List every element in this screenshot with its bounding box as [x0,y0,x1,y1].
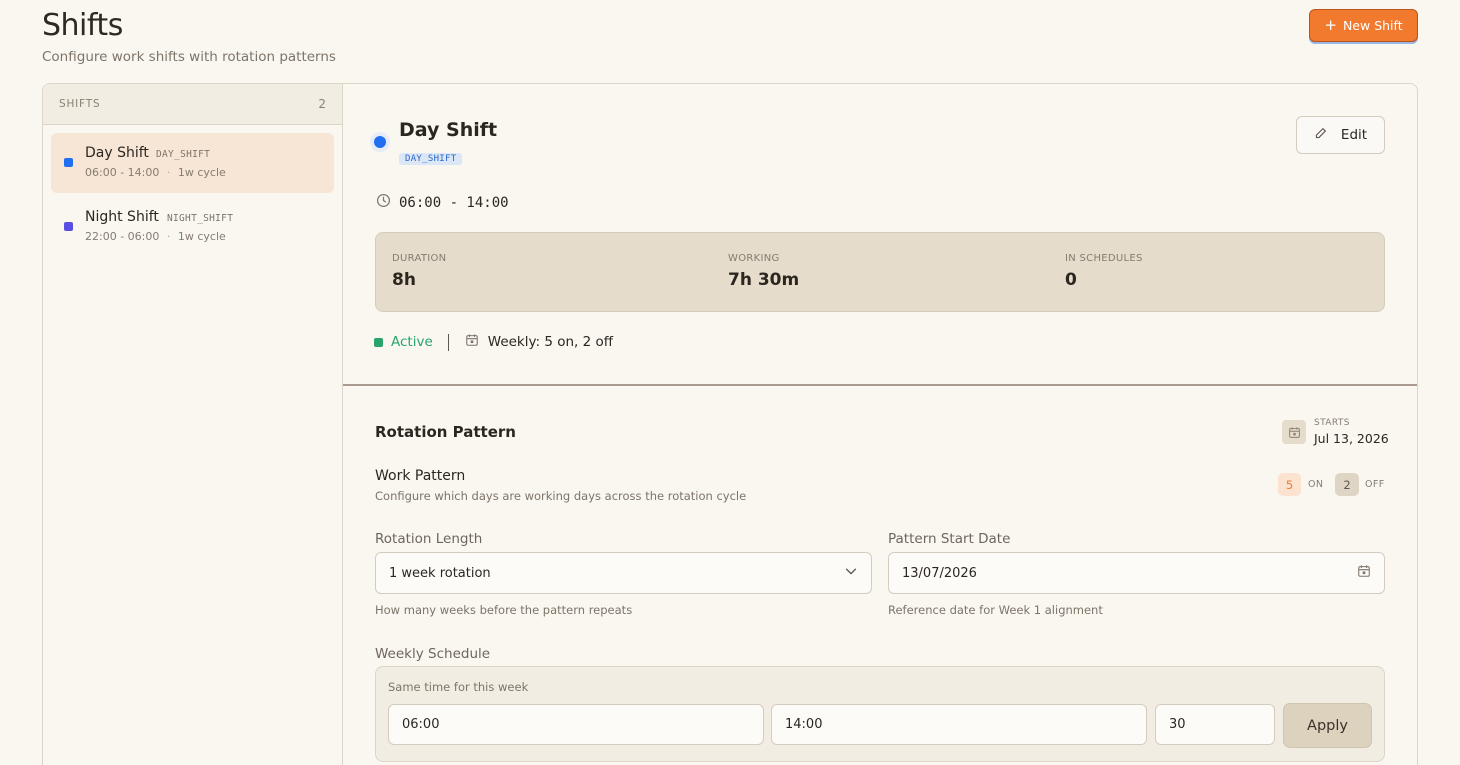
start-date-label: Pattern Start Date [888,531,1011,547]
rotation-length-label: Rotation Length [375,531,483,547]
shift-count: 2 [318,97,326,111]
pattern-summary: Weekly: 5 on, 2 off [487,334,614,350]
on-days-label: ON [1308,479,1324,490]
end-time-input[interactable]: 14:00 [771,704,1147,745]
start-date-value: 13/07/2026 [902,565,977,581]
pencil-icon [1314,127,1327,144]
edit-label: Edit [1340,127,1368,143]
chevron-down-icon [844,564,858,582]
weekly-schedule-subtitle: Same time for this week [388,680,529,694]
shift-color-indicator [370,132,390,152]
shift-name: Night Shift [85,209,159,225]
status-label: Active [391,334,433,350]
shift-cycle: 1w cycle [177,166,226,179]
shift-time: 06:00 - 14:00 [85,166,160,179]
weekly-schedule-label: Weekly Schedule [375,646,491,662]
calendar-icon [1282,420,1306,444]
off-days-label: OFF [1365,479,1385,490]
time-range: 06:00 - 14:00 [399,194,509,211]
start-date-help: Reference date for Week 1 alignment [888,603,1103,617]
stat-value: 0 [1065,270,1077,290]
shift-item-night[interactable]: Night Shift NIGHT_SHIFT 22:00 - 06:00 · … [51,197,334,257]
shift-meta: 06:00 - 14:00 · 1w cycle [85,166,226,179]
rotation-length-help: How many weeks before the pattern repeat… [375,603,633,617]
stat-label: IN SCHEDULES [1065,253,1143,264]
shift-color-dot [64,222,73,231]
on-days-count: 5 [1278,473,1301,496]
shift-color-dot [64,158,73,167]
starts-label: STARTS [1314,418,1350,428]
detail-code-badge: DAY_SHIFT [399,153,463,165]
section-divider [343,384,1417,386]
shifts-sidebar: SHIFTS 2 Day Shift DAY_SHIFT 06:00 - 14:… [43,84,343,765]
sidebar-title: SHIFTS [59,98,101,110]
rotation-length-value: 1 week rotation [389,565,491,581]
shift-code: DAY_SHIFT [156,149,211,160]
starts-value: Jul 13, 2026 [1314,431,1389,446]
status-row: Active Weekly: 5 on, 2 off [374,333,613,351]
new-shift-button[interactable]: + New Shift [1309,9,1418,42]
divider [447,333,449,351]
apply-button[interactable]: Apply [1283,703,1372,748]
stat-label: WORKING [728,253,780,264]
active-status-dot [374,337,383,347]
detail-title: Day Shift [399,119,498,141]
weekly-schedule-panel: Same time for this week 06:00 14:00 30 A… [375,666,1385,762]
shift-meta: 22:00 - 06:00 · 1w cycle [85,230,226,243]
plus-icon: + [1324,16,1337,34]
work-pattern-title: Work Pattern [375,468,466,484]
stat-schedules: IN SCHEDULES 0 [1065,253,1143,290]
calendar-icon [465,333,479,351]
shift-cycle: 1w cycle [177,230,226,243]
stats-panel: DURATION 8h WORKING 7h 30m IN SCHEDULES … [375,232,1385,312]
start-time-input[interactable]: 06:00 [388,704,764,745]
shift-time: 22:00 - 06:00 [85,230,160,243]
work-pattern-description: Configure which days are working days ac… [375,489,747,503]
stat-value: 7h 30m [728,270,800,290]
page-subtitle: Configure work shifts with rotation patt… [42,49,336,65]
edit-button[interactable]: Edit [1296,116,1385,154]
shift-name: Day Shift [85,145,149,161]
time-range-row: 06:00 - 14:00 [376,193,509,212]
shift-item-day[interactable]: Day Shift DAY_SHIFT 06:00 - 14:00 · 1w c… [51,133,334,193]
clock-icon [376,193,391,212]
pattern-start-date-input[interactable]: 13/07/2026 [888,552,1385,594]
shift-code: NIGHT_SHIFT [167,213,234,224]
off-days-count: 2 [1335,473,1359,496]
page-title: Shifts [42,8,123,43]
stat-working: WORKING 7h 30m [728,253,799,290]
shift-detail: Day Shift DAY_SHIFT Edit 06:00 - 14:00 D… [343,84,1417,765]
sidebar-header: SHIFTS 2 [43,84,342,125]
stat-label: DURATION [392,253,447,264]
stat-duration: DURATION 8h [392,253,446,290]
break-minutes-input[interactable]: 30 [1155,704,1275,745]
calendar-icon[interactable] [1357,564,1371,582]
rotation-title: Rotation Pattern [375,423,516,441]
new-shift-label: New Shift [1342,18,1403,33]
stat-value: 8h [392,270,416,290]
rotation-length-select[interactable]: 1 week rotation [375,552,872,594]
shifts-panel: SHIFTS 2 Day Shift DAY_SHIFT 06:00 - 14:… [42,83,1418,765]
